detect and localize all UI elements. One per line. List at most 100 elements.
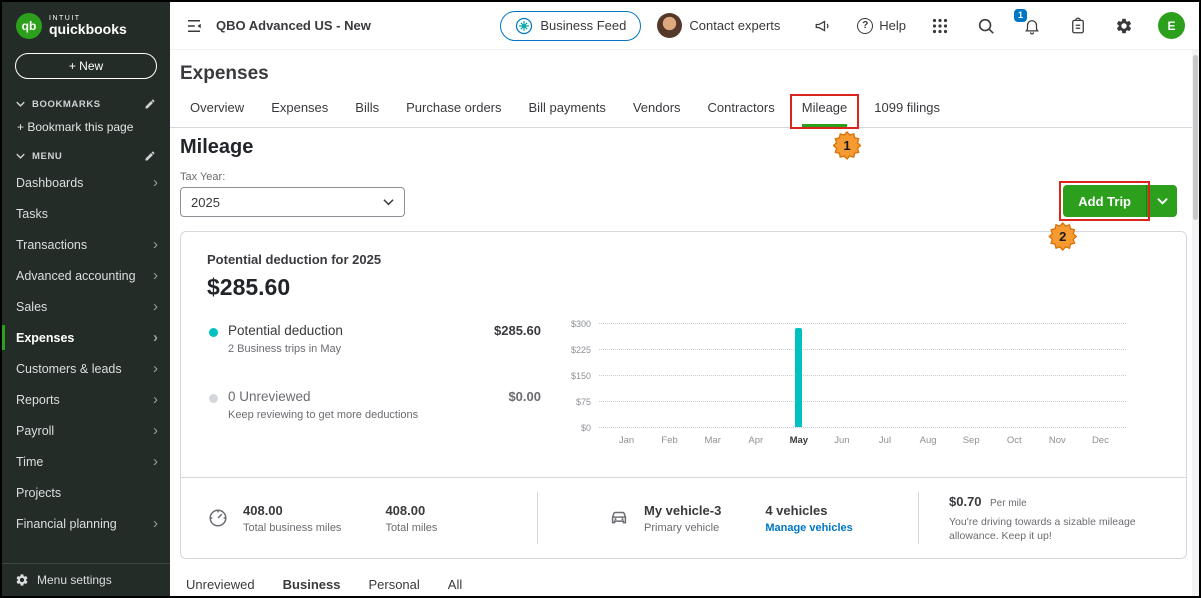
search-icon[interactable]	[974, 14, 998, 38]
manage-vehicles-link[interactable]: Manage vehicles	[765, 522, 852, 534]
filter-tab-business[interactable]: Business	[283, 577, 341, 592]
quickbooks-wordmark: quickbooks	[49, 21, 127, 38]
chevron-right-icon: ›	[153, 360, 158, 377]
legend-label: 0 Unreviewed	[228, 389, 311, 404]
potential-deduction-card: Potential deduction for 2025 $285.60 Pot…	[180, 231, 1187, 559]
chart-x-label-aug: Aug	[919, 435, 937, 446]
tab-mileage-label: Mileage	[801, 100, 848, 115]
bookmark-this-page-button[interactable]: + Bookmark this page	[2, 115, 170, 143]
chart-bar-oct	[993, 323, 1036, 427]
chart-x-label-mar: Mar	[704, 435, 721, 446]
legend-description: 2 Business trips in May	[228, 343, 342, 355]
contact-experts-button[interactable]: Contact experts	[657, 13, 780, 38]
chart-x-labels: Jan Feb Mar Apr May Jun Jul Aug Sep Oct Nov Dec	[605, 435, 1122, 446]
page-content: Expenses Overview Expenses Bills Purchas…	[170, 50, 1199, 596]
mileage-stats-row: 408.00 Total business miles 408.00 Total…	[181, 477, 1186, 558]
vehicle-count: 4 vehicles	[765, 502, 828, 518]
chart-x-label-dec: Dec	[1091, 435, 1109, 446]
chart-bar-jun	[820, 323, 863, 427]
sidebar-item-reports[interactable]: Reports ›	[2, 384, 170, 415]
mileage-controls-row: Tax Year: 2025 Add Trip 2	[180, 171, 1187, 249]
announcements-megaphone-icon[interactable]	[811, 14, 835, 38]
sidebar-item-sales[interactable]: Sales ›	[2, 291, 170, 322]
tab-expenses[interactable]: Expenses	[271, 100, 328, 127]
tab-vendors[interactable]: Vendors	[633, 100, 681, 127]
primary-vehicle-name: My vehicle-3	[644, 502, 722, 518]
collapse-sidebar-icon[interactable]	[182, 14, 206, 38]
brand-wordmark: INTUIT quickbooks	[49, 15, 127, 37]
bookmarks-section-header[interactable]: BOOKMARKS	[2, 91, 170, 115]
qb-logo-icon: qb	[16, 13, 42, 39]
legend-description: Keep reviewing to get more deductions	[228, 409, 419, 421]
odometer-gauge-icon	[207, 507, 229, 529]
menu-section-header[interactable]: MENU	[2, 143, 170, 167]
tax-year-field: Tax Year: 2025	[180, 171, 405, 217]
chevron-right-icon: ›	[153, 236, 158, 253]
chevron-right-icon: ›	[153, 298, 158, 315]
chart-bar-jan	[605, 323, 648, 427]
miles-stats-group: 408.00 Total business miles 408.00 Total…	[181, 503, 537, 534]
legend-amount: $285.60	[494, 323, 541, 338]
filter-tab-all[interactable]: All	[448, 577, 462, 592]
tab-purchase-orders[interactable]: Purchase orders	[406, 100, 501, 127]
tax-year-select[interactable]: 2025	[180, 187, 405, 217]
tab-bills[interactable]: Bills	[355, 100, 379, 127]
add-trip-label[interactable]: Add Trip	[1063, 185, 1146, 217]
settings-gear-icon[interactable]	[1112, 14, 1136, 38]
chart-bar-sep	[950, 323, 993, 427]
help-button[interactable]: ? Help	[857, 17, 906, 34]
mileage-bar-chart: $300 $225 $150 $75 $0 Jan Feb Mar Apr May Jun…	[559, 319, 1160, 455]
vehicle-stats-group: My vehicle-3 Primary vehicle 4 vehicles …	[538, 503, 918, 534]
expenses-tabs: Overview Expenses Bills Purchase orders …	[170, 85, 1199, 158]
mileage-heading: Mileage	[180, 136, 254, 158]
tab-mileage[interactable]: Mileage 1	[789, 94, 860, 158]
sidebar-item-financial-planning[interactable]: Financial planning ›	[2, 508, 170, 539]
sidebar-item-dashboards[interactable]: Dashboards ›	[2, 167, 170, 198]
apps-grid-icon[interactable]	[928, 14, 952, 38]
legend-item-unreviewed: 0 Unreviewed Keep reviewing to get more …	[207, 389, 541, 421]
main-area: QBO Advanced US - New Business Feed Cont…	[170, 2, 1199, 596]
filter-tab-unreviewed[interactable]: Unreviewed	[186, 577, 255, 592]
user-avatar[interactable]: E	[1158, 12, 1185, 39]
chart-x-label-apr: Apr	[748, 435, 764, 446]
chevron-down-icon	[16, 101, 25, 107]
edit-menu-pencil-icon[interactable]	[144, 150, 156, 162]
new-button[interactable]: + New	[15, 53, 157, 79]
rate-message: You're driving towards a sizable mileage…	[949, 515, 1136, 542]
business-feed-icon	[516, 17, 533, 34]
bookmarks-label: BOOKMARKS	[32, 98, 101, 110]
sidebar-item-tasks[interactable]: Tasks	[2, 198, 170, 229]
chevron-right-icon: ›	[153, 515, 158, 532]
sidebar-item-expenses[interactable]: Expenses ›	[2, 322, 170, 353]
edit-bookmarks-pencil-icon[interactable]	[144, 98, 156, 110]
add-trip-button[interactable]: Add Trip 2	[1050, 181, 1177, 249]
scrollbar[interactable]	[1192, 50, 1199, 596]
total-business-miles-label: Total business miles	[243, 521, 342, 534]
sidebar-item-advanced-accounting[interactable]: Advanced accounting ›	[2, 260, 170, 291]
legend-item-potential-deduction: Potential deduction 2 Business trips in …	[207, 323, 541, 355]
trip-filter-tabs: Unreviewed Business Personal All	[186, 577, 1187, 592]
help-icon: ?	[857, 17, 874, 34]
notifications-bell-icon[interactable]: 1	[1014, 8, 1044, 38]
chevron-down-icon	[383, 199, 394, 206]
menu-label: MENU	[32, 150, 63, 162]
menu-settings-button[interactable]: Menu settings	[2, 563, 170, 596]
contact-experts-avatar	[657, 13, 683, 38]
tasks-clipboard-icon[interactable]	[1066, 14, 1090, 38]
chart-y-label: $300	[570, 319, 591, 329]
chart-bar-feb	[648, 323, 691, 427]
sidebar-item-time[interactable]: Time ›	[2, 446, 170, 477]
tab-1099-filings[interactable]: 1099 filings	[874, 100, 940, 127]
tab-bill-payments[interactable]: Bill payments	[529, 100, 606, 127]
tab-overview[interactable]: Overview	[190, 100, 244, 127]
chart-x-label-feb: Feb	[661, 435, 678, 446]
sidebar-item-payroll[interactable]: Payroll ›	[2, 415, 170, 446]
sidebar-item-customers-leads[interactable]: Customers & leads ›	[2, 353, 170, 384]
tab-contractors[interactable]: Contractors	[708, 100, 775, 127]
filter-tab-personal[interactable]: Personal	[368, 577, 419, 592]
add-trip-dropdown-chevron[interactable]	[1147, 185, 1177, 217]
sidebar-item-projects[interactable]: Projects	[2, 477, 170, 508]
business-feed-button[interactable]: Business Feed	[500, 10, 642, 41]
scrollbar-thumb[interactable]	[1193, 55, 1198, 220]
sidebar-item-transactions[interactable]: Transactions ›	[2, 229, 170, 260]
